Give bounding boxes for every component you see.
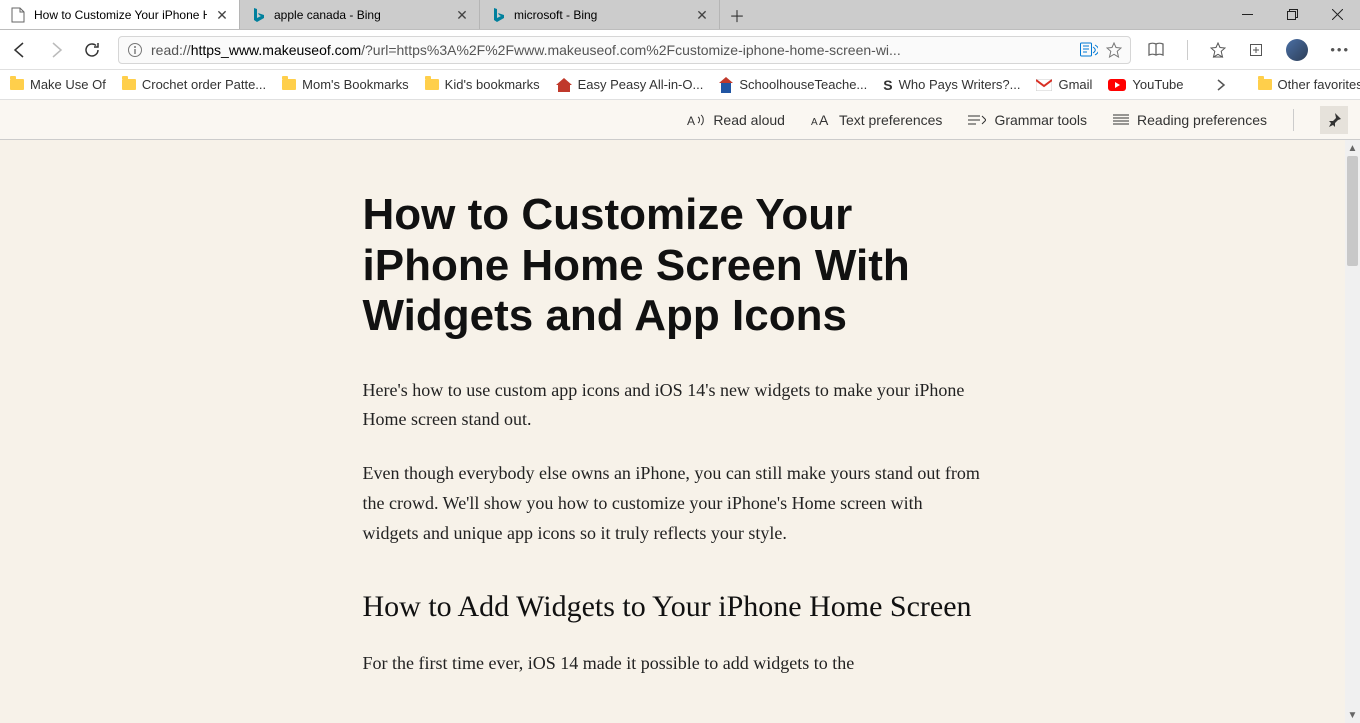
folder-icon (10, 79, 24, 90)
url-text: read://https_www.makeuseof.com/?url=http… (151, 42, 1072, 58)
svg-text:A: A (687, 114, 695, 128)
tab-strip: How to Customize Your iPhone H ✕ apple c… (0, 0, 1360, 30)
scrollbar[interactable]: ▲ ▼ (1345, 140, 1360, 723)
folder-icon (425, 79, 439, 90)
read-aloud-button[interactable]: A Read aloud (687, 112, 785, 128)
bookmark-label: SchoolhouseTeache... (739, 77, 867, 92)
scroll-up-icon[interactable]: ▲ (1345, 140, 1360, 156)
tab-0[interactable]: How to Customize Your iPhone H ✕ (0, 0, 240, 29)
bookmark-label: Other favorites (1278, 77, 1360, 92)
svg-text:A: A (811, 117, 818, 127)
article-title: How to Customize Your iPhone Home Screen… (363, 190, 983, 342)
house-icon (556, 78, 572, 92)
favorite-star-icon[interactable] (1106, 42, 1122, 58)
bookmark-label: Gmail (1058, 77, 1092, 92)
bookmark-item[interactable]: Make Use Of (10, 77, 106, 92)
site-info-icon[interactable] (127, 42, 143, 58)
scroll-thumb[interactable] (1347, 156, 1358, 266)
window-controls (1225, 0, 1360, 29)
folder-icon (122, 79, 136, 90)
immersive-reader-icon[interactable] (1080, 42, 1098, 58)
grammar-tools-button[interactable]: Grammar tools (968, 112, 1087, 128)
bookmark-item[interactable]: Kid's bookmarks (425, 77, 540, 92)
reader-viewport[interactable]: How to Customize Your iPhone Home Screen… (0, 140, 1345, 723)
reading-preferences-button[interactable]: Reading preferences (1113, 112, 1267, 128)
bookmark-label: Mom's Bookmarks (302, 77, 409, 92)
letter-s-icon: S (883, 77, 892, 93)
toolbar-separator (1187, 40, 1188, 60)
bookmark-item[interactable]: S Who Pays Writers?... (883, 77, 1020, 93)
tab-2[interactable]: microsoft - Bing ✕ (480, 0, 720, 29)
svg-text:A: A (819, 113, 829, 127)
forward-button[interactable] (46, 40, 66, 60)
settings-menu-icon[interactable]: ••• (1330, 42, 1350, 57)
bookmark-item[interactable]: Gmail (1036, 77, 1092, 92)
gmail-icon (1036, 79, 1052, 91)
reading-preferences-label: Reading preferences (1137, 112, 1267, 128)
schoolhouse-icon (719, 77, 733, 93)
text-preferences-button[interactable]: AA Text preferences (811, 112, 943, 128)
toolbar-separator (1293, 109, 1294, 131)
bookmark-label: Make Use Of (30, 77, 106, 92)
bookmark-label: Kid's bookmarks (445, 77, 540, 92)
bookmarks-overflow-icon[interactable] (1216, 78, 1226, 92)
scroll-down-icon[interactable]: ▼ (1345, 707, 1360, 723)
tab-1[interactable]: apple canada - Bing ✕ (240, 0, 480, 29)
favorites-icon[interactable] (1210, 42, 1226, 58)
pin-toolbar-button[interactable] (1320, 106, 1348, 134)
reading-list-icon[interactable] (1147, 42, 1165, 58)
minimize-button[interactable] (1225, 0, 1270, 29)
tab-title: How to Customize Your iPhone H (34, 8, 207, 22)
bing-icon (490, 7, 506, 23)
new-tab-button[interactable]: ＋ (720, 0, 754, 29)
folder-icon (282, 79, 296, 90)
bookmark-label: Easy Peasy All-in-O... (578, 77, 704, 92)
bing-icon (250, 7, 266, 23)
bookmarks-bar: Make Use Of Crochet order Patte... Mom's… (0, 70, 1360, 100)
article: How to Customize Your iPhone Home Screen… (363, 140, 983, 723)
address-bar-row: read://https_www.makeuseof.com/?url=http… (0, 30, 1360, 70)
read-aloud-label: Read aloud (713, 112, 785, 128)
article-paragraph: Here's how to use custom app icons and i… (363, 376, 983, 435)
bookmark-label: Crochet order Patte... (142, 77, 266, 92)
bookmark-item[interactable]: Crochet order Patte... (122, 77, 266, 92)
maximize-button[interactable] (1270, 0, 1315, 29)
close-icon[interactable]: ✕ (215, 8, 229, 22)
profile-avatar[interactable] (1286, 39, 1308, 61)
article-heading: How to Add Widgets to Your iPhone Home S… (363, 584, 983, 629)
text-preferences-label: Text preferences (839, 112, 943, 128)
article-paragraph: Even though everybody else owns an iPhon… (363, 459, 983, 548)
collections-icon[interactable] (1248, 42, 1264, 58)
grammar-tools-label: Grammar tools (994, 112, 1087, 128)
bookmark-label: Who Pays Writers?... (899, 77, 1021, 92)
bookmark-item[interactable]: Mom's Bookmarks (282, 77, 409, 92)
close-window-button[interactable] (1315, 0, 1360, 29)
bookmark-item[interactable]: SchoolhouseTeache... (719, 77, 867, 93)
tab-title: microsoft - Bing (514, 8, 687, 22)
other-favorites[interactable]: Other favorites (1258, 77, 1360, 92)
folder-icon (1258, 79, 1272, 90)
toolbar-right: ••• (1147, 39, 1350, 61)
close-icon[interactable]: ✕ (695, 8, 709, 22)
page-icon (10, 7, 26, 23)
back-button[interactable] (10, 40, 30, 60)
bookmark-item[interactable]: YouTube (1108, 77, 1183, 92)
refresh-button[interactable] (82, 40, 102, 60)
reader-toolbar: A Read aloud AA Text preferences Grammar… (0, 100, 1360, 140)
close-icon[interactable]: ✕ (455, 8, 469, 22)
tab-title: apple canada - Bing (274, 8, 447, 22)
youtube-icon (1108, 79, 1126, 91)
bookmark-item[interactable]: Easy Peasy All-in-O... (556, 77, 704, 92)
article-paragraph: For the first time ever, iOS 14 made it … (363, 649, 983, 679)
bookmark-label: YouTube (1132, 77, 1183, 92)
omnibox[interactable]: read://https_www.makeuseof.com/?url=http… (118, 36, 1131, 64)
